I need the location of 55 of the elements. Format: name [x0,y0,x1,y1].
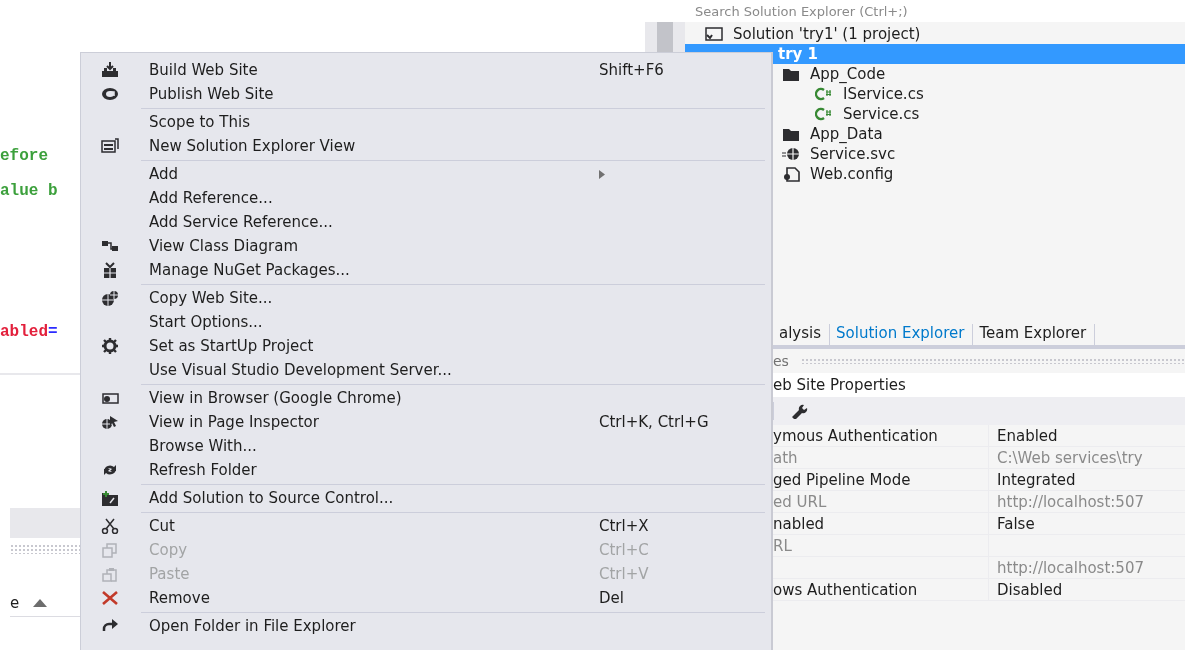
package-icon [101,262,119,278]
code-line: alue b [0,181,58,201]
panel-title: es [773,353,789,369]
code-line: efore [0,146,48,166]
menu-item[interactable]: Browse With... [81,434,771,458]
column-header[interactable]: e [10,594,20,612]
property-value[interactable]: Disabled [989,579,1185,600]
sort-arrow-icon [33,599,48,607]
object-name: eb Site Properties [773,376,906,394]
menu-item[interactable]: Add Service Reference... [81,210,771,234]
menu-item[interactable]: View in Browser (Google Chrome) [81,386,771,410]
folder-add-icon [101,490,119,506]
menu-item[interactable]: Cut Ctrl+X [81,514,771,538]
menu-item[interactable]: Set as StartUp Project [81,334,771,358]
tree-item[interactable]: Solution 'try1' (1 project) [685,24,1185,44]
panel-tab[interactable]: Solution Explorer [830,324,974,345]
search-field[interactable]: Search Solution Explorer (Ctrl+;) [645,0,1185,22]
copy-icon [101,542,119,558]
scrollbar-thumb[interactable] [657,22,673,52]
csharp-file-icon [815,86,833,102]
redo-arrow-icon [101,618,119,634]
menu-item[interactable]: Add Solution to Source Control... [81,486,771,510]
clipboard-icon [101,566,119,582]
config-file-icon [782,166,800,182]
property-value[interactable]: False [989,513,1185,534]
gear-icon [101,338,119,354]
globe-copy-icon [101,290,119,306]
globe-icon [782,146,800,162]
property-value[interactable]: Integrated [989,469,1185,490]
class-diagram-icon [101,238,119,254]
menu-item[interactable]: Start Options... [81,310,771,334]
panel-tab[interactable]: Team Explorer [973,324,1096,345]
code-line: abled= [0,322,58,342]
folder-icon [782,66,800,82]
refresh-icon [101,462,119,478]
menu-item[interactable]: Open Folder in File Explorer [81,614,771,638]
csharp-file-icon [815,106,833,122]
menu-item[interactable]: View in Page Inspector Ctrl+K, Ctrl+G [81,410,771,434]
build-icon [101,62,119,78]
globe-cursor-icon [101,414,119,430]
scissors-icon [101,518,119,534]
wrench-icon [790,403,810,419]
menu-item[interactable]: Remove Del [81,586,771,610]
menu-item[interactable]: Refresh Folder [81,458,771,482]
solution-icon [705,26,723,42]
menu-item[interactable]: Add Reference... [81,186,771,210]
property-value[interactable]: Enabled [989,425,1185,446]
menu-item[interactable]: Manage NuGet Packages... [81,258,771,282]
menu-item[interactable]: Copy Web Site... [81,286,771,310]
window-icon [101,138,119,154]
folder-icon [782,126,800,142]
menu-item[interactable]: Use Visual Studio Development Server... [81,358,771,382]
browser-icon [101,390,119,406]
cross-icon [101,590,119,606]
menu-item[interactable]: View Class Diagram [81,234,771,258]
